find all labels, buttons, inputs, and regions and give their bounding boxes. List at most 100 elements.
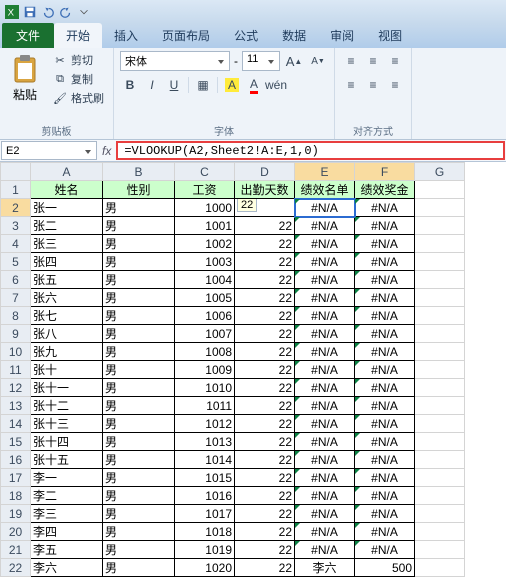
- row-header-20[interactable]: 20: [1, 523, 31, 541]
- cell[interactable]: 张五: [31, 271, 103, 289]
- cell[interactable]: 李六: [295, 559, 355, 577]
- cell[interactable]: 张十: [31, 361, 103, 379]
- cell[interactable]: #N/A: [355, 469, 415, 487]
- cell[interactable]: 男: [103, 451, 175, 469]
- tab-view[interactable]: 视图: [366, 23, 414, 48]
- cell[interactable]: #N/A: [295, 235, 355, 253]
- cell[interactable]: 1017: [175, 505, 235, 523]
- cell[interactable]: 500: [355, 559, 415, 577]
- col-header-E[interactable]: E: [295, 163, 355, 181]
- header-cell[interactable]: 姓名: [31, 181, 103, 199]
- cell[interactable]: #N/A: [295, 289, 355, 307]
- cell[interactable]: 1004: [175, 271, 235, 289]
- row-header-16[interactable]: 16: [1, 451, 31, 469]
- header-cell[interactable]: 绩效名单: [295, 181, 355, 199]
- tab-home[interactable]: 开始: [54, 23, 102, 48]
- format-painter-button[interactable]: 🖌格式刷: [50, 89, 107, 107]
- cell[interactable]: 22: [235, 541, 295, 559]
- row-header-4[interactable]: 4: [1, 235, 31, 253]
- row-header-7[interactable]: 7: [1, 289, 31, 307]
- cell[interactable]: #N/A: [355, 415, 415, 433]
- cell[interactable]: #N/A: [295, 217, 355, 235]
- row-header-15[interactable]: 15: [1, 433, 31, 451]
- paste-button[interactable]: 粘贴: [6, 51, 44, 107]
- cell[interactable]: #N/A: [295, 199, 355, 217]
- cell[interactable]: 1001: [175, 217, 235, 235]
- decrease-font-icon[interactable]: A▼: [308, 51, 328, 71]
- cell[interactable]: 张十一: [31, 379, 103, 397]
- cell[interactable]: #N/A: [295, 343, 355, 361]
- cell[interactable]: #N/A: [355, 289, 415, 307]
- cell[interactable]: 李六: [31, 559, 103, 577]
- cell[interactable]: [415, 433, 465, 451]
- cell[interactable]: 男: [103, 433, 175, 451]
- cell[interactable]: 22: [235, 289, 295, 307]
- cell[interactable]: 1011: [175, 397, 235, 415]
- cell[interactable]: [415, 505, 465, 523]
- cell[interactable]: [415, 379, 465, 397]
- row-header-19[interactable]: 19: [1, 505, 31, 523]
- cell[interactable]: 男: [103, 541, 175, 559]
- cell[interactable]: 22: [235, 217, 295, 235]
- bold-button[interactable]: B: [120, 75, 140, 95]
- cell[interactable]: #N/A: [355, 235, 415, 253]
- cell[interactable]: #N/A: [295, 253, 355, 271]
- row-header-5[interactable]: 5: [1, 253, 31, 271]
- cell[interactable]: 李一: [31, 469, 103, 487]
- cell[interactable]: #N/A: [355, 505, 415, 523]
- cell[interactable]: 22: [235, 361, 295, 379]
- underline-button[interactable]: U: [164, 75, 184, 95]
- phonetic-button[interactable]: wén: [266, 75, 286, 95]
- cell[interactable]: 男: [103, 343, 175, 361]
- cell[interactable]: [415, 289, 465, 307]
- save-icon[interactable]: [22, 4, 38, 20]
- align-right-icon[interactable]: ≡: [385, 75, 405, 95]
- cell[interactable]: [415, 541, 465, 559]
- cell[interactable]: #N/A: [355, 253, 415, 271]
- row-header-10[interactable]: 10: [1, 343, 31, 361]
- row-header-6[interactable]: 6: [1, 271, 31, 289]
- row-header-21[interactable]: 21: [1, 541, 31, 559]
- copy-button[interactable]: ⧉复制: [50, 70, 107, 88]
- cell[interactable]: [415, 271, 465, 289]
- cell[interactable]: #N/A: [295, 541, 355, 559]
- align-bot-icon[interactable]: ≡: [385, 51, 405, 71]
- tab-review[interactable]: 审阅: [318, 23, 366, 48]
- cell[interactable]: 1008: [175, 343, 235, 361]
- cell[interactable]: 22: [235, 199, 295, 217]
- cell[interactable]: #N/A: [295, 361, 355, 379]
- align-mid-icon[interactable]: ≡: [363, 51, 383, 71]
- cell[interactable]: 22: [235, 559, 295, 577]
- cell[interactable]: [415, 199, 465, 217]
- cell[interactable]: #N/A: [355, 271, 415, 289]
- row-header-12[interactable]: 12: [1, 379, 31, 397]
- name-box[interactable]: E2: [1, 141, 97, 160]
- row-header-1[interactable]: 1: [1, 181, 31, 199]
- cell[interactable]: #N/A: [355, 433, 415, 451]
- cell[interactable]: 张十三: [31, 415, 103, 433]
- cell[interactable]: 22: [235, 235, 295, 253]
- cell[interactable]: #N/A: [295, 325, 355, 343]
- cut-button[interactable]: ✂剪切: [50, 51, 107, 69]
- col-header-C[interactable]: C: [175, 163, 235, 181]
- cell[interactable]: 1012: [175, 415, 235, 433]
- header-cell[interactable]: 出勤天数: [235, 181, 295, 199]
- row-header-11[interactable]: 11: [1, 361, 31, 379]
- formula-bar[interactable]: =VLOOKUP(A2,Sheet2!A:E,1,0): [116, 141, 505, 160]
- col-header-D[interactable]: D: [235, 163, 295, 181]
- cell[interactable]: [415, 343, 465, 361]
- header-cell[interactable]: 绩效奖金: [355, 181, 415, 199]
- cell[interactable]: 男: [103, 289, 175, 307]
- tab-file[interactable]: 文件: [2, 23, 54, 48]
- cell[interactable]: 22: [235, 523, 295, 541]
- cell[interactable]: [415, 325, 465, 343]
- cell[interactable]: #N/A: [355, 523, 415, 541]
- cell[interactable]: [415, 415, 465, 433]
- cell[interactable]: 张六: [31, 289, 103, 307]
- cell[interactable]: 22: [235, 487, 295, 505]
- fill-color-button[interactable]: A: [222, 75, 242, 95]
- cell[interactable]: 1003: [175, 253, 235, 271]
- row-header-3[interactable]: 3: [1, 217, 31, 235]
- font-size-select[interactable]: 11: [242, 51, 280, 71]
- cell[interactable]: 张八: [31, 325, 103, 343]
